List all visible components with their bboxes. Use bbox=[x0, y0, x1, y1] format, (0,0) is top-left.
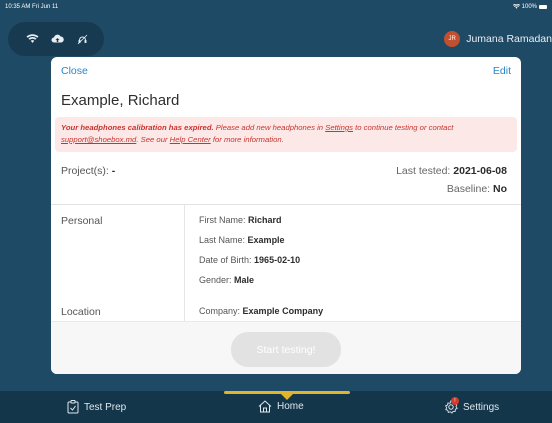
app-top-bar: JR Jumana Ramadan bbox=[8, 22, 552, 56]
card-footer: Start testing! bbox=[51, 321, 521, 374]
gender-field: Gender: Male bbox=[199, 275, 254, 285]
first-name-field: First Name: Richard bbox=[199, 215, 282, 225]
status-right: 100% bbox=[512, 3, 547, 11]
cloud-upload-icon bbox=[51, 34, 65, 44]
field-label: Last Name: bbox=[199, 235, 246, 245]
field-value: Example bbox=[247, 235, 285, 245]
tab-home[interactable]: Home bbox=[258, 400, 304, 413]
field-label: First Name: bbox=[199, 215, 246, 225]
battery-icon bbox=[539, 5, 547, 9]
support-email-link[interactable]: support@shoebox.md bbox=[61, 135, 136, 144]
projects-field: Project(s): - bbox=[61, 165, 115, 177]
baseline-field: Baseline: No bbox=[447, 183, 507, 195]
connection-status-pill[interactable] bbox=[8, 22, 104, 56]
field-value: Male bbox=[234, 275, 255, 285]
edit-button[interactable]: Edit bbox=[493, 65, 511, 77]
card-header: Close Edit Example, Richard bbox=[51, 57, 521, 117]
last-tested-label: Last tested: bbox=[396, 165, 451, 177]
alert-title: Your headphones calibration has expired. bbox=[61, 123, 214, 132]
last-name-field: Last Name: Example bbox=[199, 235, 285, 245]
tab-label: Test Prep bbox=[84, 401, 127, 413]
battery-percent: 100% bbox=[521, 4, 537, 10]
bottom-tab-bar: Test Prep Home ! Settings bbox=[0, 391, 552, 423]
company-field: Company: Example Company bbox=[199, 306, 323, 316]
settings-alert-badge: ! bbox=[451, 397, 459, 405]
field-value: 1965-02-10 bbox=[254, 255, 301, 265]
column-divider bbox=[184, 205, 185, 321]
section-location: Location bbox=[61, 306, 101, 318]
tab-label: Settings bbox=[463, 401, 500, 413]
section-personal: Personal bbox=[61, 215, 103, 227]
active-tab-caret bbox=[280, 393, 294, 400]
baseline-label: Baseline: bbox=[446, 183, 491, 195]
gear-icon: ! bbox=[444, 397, 459, 414]
clipboard-check-icon bbox=[67, 400, 79, 414]
tab-test-prep[interactable]: Test Prep bbox=[67, 400, 126, 414]
avatar: JR bbox=[444, 31, 461, 47]
patient-detail-card: Close Edit Example, Richard Your headpho… bbox=[51, 57, 521, 374]
field-value: Example Company bbox=[242, 306, 324, 316]
test-summary: Project(s): - Last tested: 2021-06-08 Ba… bbox=[51, 157, 521, 203]
date-of-birth-field: Date of Birth: 1965-02-10 bbox=[199, 255, 300, 265]
field-label: Date of Birth: bbox=[199, 255, 252, 265]
user-name: Jumana Ramadan bbox=[466, 33, 552, 45]
field-label: Gender: bbox=[199, 275, 232, 285]
status-bar: 10:35 AM Fri Jun 11 100% bbox=[0, 0, 552, 14]
last-tested-field: Last tested: 2021-06-08 bbox=[396, 165, 507, 177]
headphones-status-icon bbox=[77, 34, 88, 45]
last-tested-value: 2021-06-08 bbox=[453, 165, 507, 177]
field-value: Richard bbox=[248, 215, 282, 225]
calibration-alert: Your headphones calibration has expired.… bbox=[55, 117, 517, 152]
start-testing-button[interactable]: Start testing! bbox=[231, 332, 341, 367]
projects-label: Project(s): bbox=[61, 165, 109, 177]
projects-value: - bbox=[111, 165, 116, 177]
home-icon bbox=[258, 400, 272, 413]
baseline-value: No bbox=[493, 183, 507, 195]
tab-settings[interactable]: ! Settings bbox=[444, 397, 500, 414]
patient-details[interactable]: Personal First Name: Richard Last Name: … bbox=[51, 205, 521, 321]
alert-text: for more information. bbox=[210, 135, 284, 144]
patient-name: Example, Richard bbox=[61, 92, 180, 109]
settings-link[interactable]: Settings bbox=[325, 123, 353, 132]
tab-label: Home bbox=[277, 401, 304, 412]
status-time: 10:35 AM Fri Jun 11 bbox=[5, 4, 59, 10]
alert-text: to continue testing or contact bbox=[353, 123, 454, 132]
help-center-link[interactable]: Help Center bbox=[170, 135, 211, 144]
close-button[interactable]: Close bbox=[61, 65, 88, 77]
wifi-icon bbox=[26, 34, 39, 44]
alert-text: Please add new headphones in bbox=[213, 123, 326, 132]
field-label: Company: bbox=[199, 306, 241, 316]
wifi-status-icon bbox=[512, 3, 520, 11]
user-menu[interactable]: JR Jumana Ramadan bbox=[444, 22, 552, 56]
alert-text: . See our bbox=[136, 135, 170, 144]
